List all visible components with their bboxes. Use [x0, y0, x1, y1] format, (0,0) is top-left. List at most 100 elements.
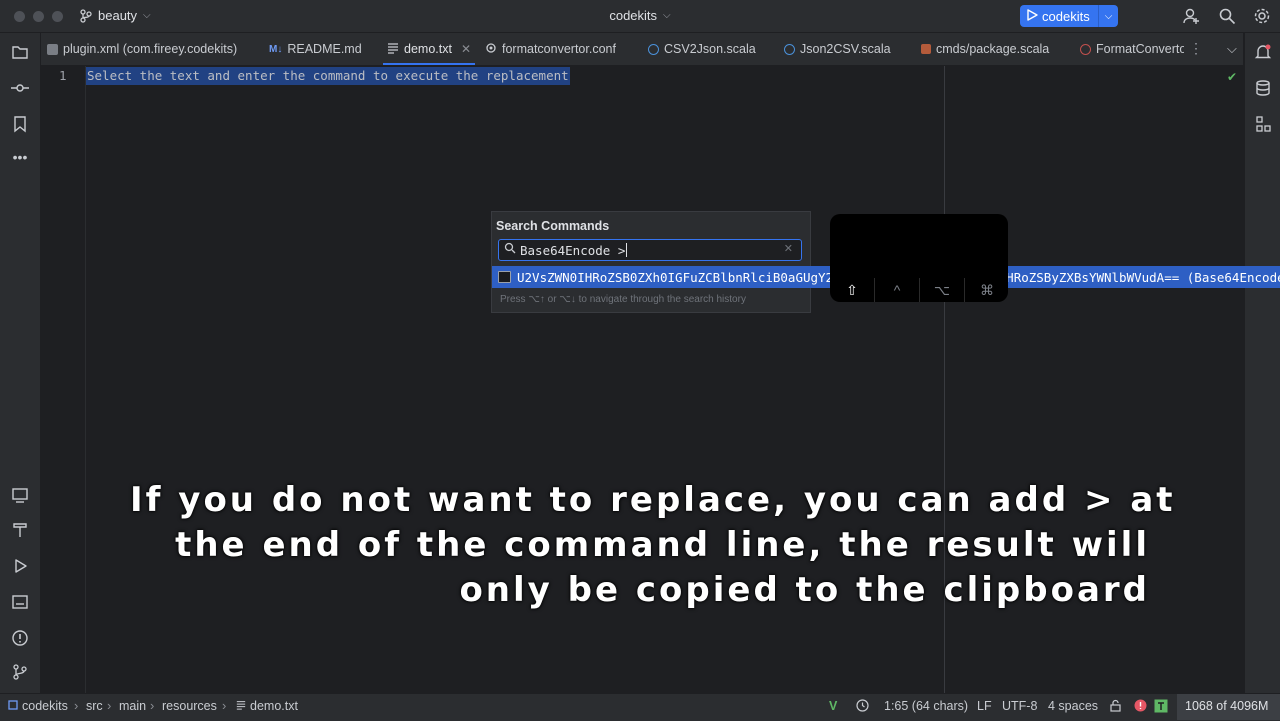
scala-icon [1080, 43, 1091, 55]
minimize-window-button[interactable] [33, 11, 44, 22]
run-icon[interactable] [11, 557, 29, 575]
unlock-icon[interactable] [1109, 699, 1122, 715]
tab-label: formatconvertor.conf [502, 42, 616, 56]
scala-icon [648, 43, 659, 55]
markdown-icon: M↓ [269, 43, 283, 55]
tab-label: Json2CSV.scala [800, 42, 891, 56]
tab-plugin-xml[interactable]: plugin.xml (com.fireey.codekits) [47, 33, 237, 65]
tab-demo-txt[interactable]: demo.txt ✕ [383, 33, 475, 65]
notifications-icon[interactable] [1254, 43, 1272, 61]
bookmark-icon[interactable] [11, 115, 29, 133]
caret-position[interactable]: 1:65 (64 chars) [884, 699, 968, 713]
status-bar: codekits › src › main › resources › demo… [0, 693, 1280, 721]
shift-key-icon: ⇧ [846, 281, 858, 298]
structure-icon[interactable] [1254, 115, 1272, 133]
chevron-right-icon: › [74, 698, 79, 713]
close-window-button[interactable] [14, 11, 25, 22]
run-configuration-button[interactable]: codekits ⌵ [1020, 5, 1118, 27]
tab-label: FormatConverto [1096, 42, 1184, 56]
popup-title: Search Commands [496, 219, 610, 233]
search-commands-popup: Search Commands Base64Encode > ✕ Press ⌥… [491, 211, 811, 313]
window-title-text: codekits [609, 8, 658, 23]
text-file-icon [236, 699, 246, 713]
breadcrumb-item[interactable]: demo.txt [250, 699, 298, 713]
checkmark-icon: ✔ [1227, 70, 1238, 84]
clock-icon[interactable] [856, 699, 869, 715]
search-query-text: Base64Encode > [520, 242, 626, 258]
selected-code-line[interactable]: Select the text and enter the command to… [86, 67, 570, 85]
left-tool-strip: ••• [0, 33, 41, 693]
caption-line: only be copied to the clipboard [459, 570, 1150, 610]
tab-json2csv[interactable]: Json2CSV.scala [784, 33, 891, 65]
tab-formatconvertor-conf[interactable]: formatconvertor.conf [485, 33, 616, 65]
chevron-down-icon[interactable]: ⌵ [1105, 11, 1113, 22]
more-tools-icon[interactable]: ••• [11, 149, 29, 167]
tab-label: README.md [287, 42, 362, 56]
branch-icon [80, 8, 92, 23]
tab-label: cmds/package.scala [936, 42, 1050, 56]
indent-setting[interactable]: 4 spaces [1048, 699, 1098, 713]
text-caret [626, 243, 628, 257]
services-icon[interactable] [11, 486, 29, 504]
chevron-right-icon: › [150, 698, 155, 713]
clear-icon[interactable]: ✕ [784, 242, 793, 255]
breadcrumb-item[interactable]: main [119, 699, 146, 713]
git-icon[interactable] [11, 663, 29, 681]
breadcrumb-item[interactable]: src [86, 699, 103, 713]
editor-tabs: plugin.xml (com.fireey.codekits) M↓ READ… [41, 33, 1243, 66]
right-tool-strip [1244, 33, 1280, 693]
caption-line: If you do not want to replace, you can a… [130, 480, 1176, 520]
vim-icon[interactable]: V [829, 699, 837, 713]
database-icon[interactable] [1254, 79, 1272, 97]
tab-package-scala[interactable]: cmds/package.scala [921, 33, 1049, 65]
search-icon [504, 241, 516, 259]
chevron-down-icon: ⌵ [663, 10, 671, 21]
add-user-icon[interactable] [1182, 7, 1200, 25]
maximize-window-button[interactable] [52, 11, 63, 22]
project-folder-icon[interactable] [11, 43, 29, 61]
scala-icon [784, 43, 795, 55]
gutter-divider [85, 66, 86, 693]
command-key-icon: ⌘ [964, 278, 1009, 302]
video-caption: If you do not want to replace, you can a… [130, 478, 1176, 613]
breadcrumb-item[interactable]: codekits [22, 699, 68, 713]
error-icon[interactable] [1134, 699, 1147, 715]
memory-text: 1068 of 4096M [1185, 699, 1269, 713]
tab-label: demo.txt [404, 42, 452, 56]
title-bar: beauty ⌵ codekits ⌵ codekits ⌵ [0, 0, 1280, 33]
chevron-down-icon: ⌵ [143, 10, 151, 21]
caption-line: the end of the command line, the result … [175, 525, 1150, 565]
search-icon[interactable] [1218, 7, 1236, 25]
line-number: 1 [59, 68, 67, 83]
option-key-icon: ⌥ [919, 278, 964, 302]
project-switcher[interactable]: beauty ⌵ [80, 8, 151, 23]
tab-formatconverter[interactable]: FormatConverto [1080, 33, 1184, 65]
terminal-icon[interactable] [11, 593, 29, 611]
chevron-right-icon: › [107, 698, 112, 713]
navigation-hint: Press ⌥↑ or ⌥↓ to navigate through the s… [500, 294, 746, 305]
gear-icon[interactable] [1253, 7, 1271, 25]
command-search-input[interactable]: Base64Encode > ✕ [498, 239, 802, 261]
file-encoding[interactable]: UTF-8 [1002, 699, 1037, 713]
tab-label: CSV2Json.scala [664, 42, 756, 56]
config-icon [485, 42, 497, 57]
breadcrumb-item[interactable]: resources [162, 699, 217, 713]
chevron-down-icon[interactable]: ⌵ [1227, 41, 1237, 57]
close-icon[interactable]: ✕ [461, 42, 471, 56]
line-ending[interactable]: LF [977, 699, 992, 713]
window-title[interactable]: codekits ⌵ [609, 8, 670, 23]
tab-label: plugin.xml (com.fireey.codekits) [63, 42, 238, 56]
tab-csv2json[interactable]: CSV2Json.scala [648, 33, 756, 65]
tab-readme[interactable]: M↓ README.md [269, 33, 362, 65]
chevron-right-icon: › [222, 698, 227, 713]
memory-indicator[interactable]: 1068 of 4096M [1177, 694, 1280, 720]
build-icon[interactable] [11, 521, 29, 539]
text-file-icon [387, 42, 399, 57]
commit-icon[interactable] [11, 79, 29, 97]
plugin-status-icon[interactable] [1154, 699, 1168, 716]
problems-icon[interactable] [11, 629, 29, 647]
more-options-icon[interactable]: ⋮ [1189, 40, 1203, 57]
plugin-icon [47, 43, 58, 55]
terminal-command-icon [498, 271, 511, 283]
scala-icon [921, 44, 931, 54]
